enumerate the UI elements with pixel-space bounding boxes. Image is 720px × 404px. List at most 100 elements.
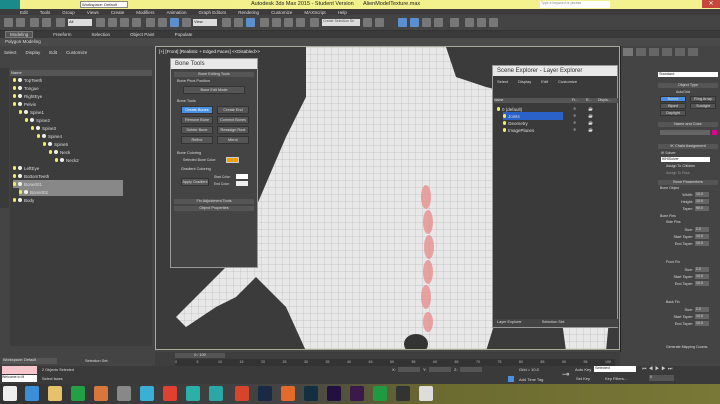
light-bulb-icon[interactable] [31,126,34,130]
tree-item[interactable]: Neck2 [55,156,79,164]
y-coord-field[interactable] [429,367,451,372]
bone-tool-button[interactable]: Reassign Root [217,126,249,134]
render-teapot-icon[interactable]: ☕ [588,106,593,111]
layer-selection-set[interactable]: Selection Set: [542,320,565,326]
animate-icon[interactable] [327,386,341,401]
render-teapot-icon[interactable]: ☕ [588,120,593,125]
freeze-icon[interactable]: ❄ [573,106,576,111]
light-bulb-icon[interactable] [19,190,22,194]
light-bulb-icon[interactable] [503,121,506,125]
render-setup-icon[interactable] [477,18,486,27]
bind-space-warp-icon[interactable] [56,18,65,27]
fin-checkbox[interactable]: Back Fin [666,300,680,304]
light-bulb-icon[interactable] [25,118,28,122]
freeze-icon[interactable]: ❄ [573,120,576,125]
fin-checkbox[interactable]: Side Fins [666,220,681,224]
scene-explorer-icon[interactable] [398,18,407,27]
layer-menu-select[interactable]: Select [497,79,508,84]
bone-tool-button[interactable]: Create End [217,106,249,114]
tree-item[interactable]: Spine5 [43,140,68,148]
mirror-icon[interactable] [363,18,372,27]
pivot-center-icon[interactable] [222,18,231,27]
start-button-icon[interactable] [3,386,17,401]
current-frame-field[interactable]: 0 [649,375,674,381]
fin-adjustment-rollout[interactable]: Fin Adjustment Tools [174,199,254,204]
tab-populate[interactable]: Populate [175,32,193,37]
workspace-selector[interactable]: Workspace: Default [2,358,57,364]
light-bulb-icon[interactable] [13,198,16,202]
maya-icon[interactable] [186,386,200,401]
selected-bone-color-swatch[interactable] [226,157,239,163]
photoshop-icon[interactable] [304,386,318,401]
assign-root-checkbox[interactable]: Assign To Root [666,171,689,175]
width-spinner[interactable]: 10.0 [695,192,709,197]
ring-array-button[interactable]: Ring Array [690,96,716,102]
col-render[interactable]: R... [586,98,598,103]
time-slider[interactable]: 0 / 100 0 5 10 15 20 25 30 35 40 45 50 55 60 65 70 75 80… [155,352,620,366]
scale-icon[interactable] [170,18,179,27]
workspace-dropdown[interactable]: Workspace: Default [80,1,128,8]
mudbox-icon[interactable] [209,386,223,401]
placement-icon[interactable] [182,18,191,27]
menu-maxscript[interactable]: MAXScript [304,10,325,15]
menu-create[interactable]: Create [111,10,125,15]
explorer-menu-customize[interactable]: Customize [66,50,87,55]
taper-spinner[interactable]: 90.0 [695,206,709,211]
explorer-menu-display[interactable]: Display [26,50,41,55]
steam-icon[interactable] [258,386,272,401]
bone-tool-button[interactable]: Mirror [217,136,249,144]
autogrid-checkbox[interactable]: AutoGrid [676,90,690,94]
tree-item[interactable]: Spine3 [31,124,56,132]
x-coord-field[interactable] [398,367,420,372]
menu-help[interactable]: Help [338,10,347,15]
redo-icon[interactable] [16,18,25,27]
start-color-swatch[interactable] [236,174,248,179]
maxscript-listener[interactable] [2,366,37,374]
store-icon[interactable] [71,386,85,401]
render-teapot-icon[interactable]: ☕ [588,127,593,132]
set-key-icon[interactable]: ⊸ [562,369,570,380]
chrome-icon[interactable] [163,386,177,401]
layer-explorer-icon[interactable] [410,18,419,27]
graphite-toggle-icon[interactable] [422,18,431,27]
start-taper-spinner[interactable]: 10.0 [695,274,709,279]
bone-parameters-rollout[interactable]: Bone Parameters [658,180,718,185]
angle-snap-icon[interactable] [272,18,281,27]
selection-filter-dropdown[interactable]: All [68,19,92,26]
search-input[interactable]: Type a keyword or phrase [540,1,610,8]
tree-item[interactable]: Tongue [13,84,39,92]
menu-customize[interactable]: Customize [271,10,292,15]
tab-selection[interactable]: Selection [92,32,111,37]
internet-explorer-icon[interactable] [25,386,39,401]
capture-icon[interactable] [419,386,433,401]
rotate-icon[interactable] [158,18,167,27]
material-editor-icon[interactable] [465,18,474,27]
light-bulb-icon[interactable] [497,107,500,111]
align-icon[interactable] [375,18,384,27]
bones-button[interactable]: Bones [660,96,686,102]
explorer-menu-edit[interactable]: Edit [49,50,57,55]
track-bar[interactable]: 0 5 10 15 20 25 30 35 40 45 50 55 60 65 70 75 80 85 90 95 10… [175,359,615,366]
menu-animation[interactable]: Animation [167,10,187,15]
office-icon[interactable] [117,386,131,401]
biped-button[interactable]: Biped [660,103,686,109]
menu-group[interactable]: Group [62,10,75,15]
rect-selection-icon[interactable] [120,18,129,27]
after-effects-icon[interactable] [350,386,364,401]
schematic-view-icon[interactable] [450,18,459,27]
bone-tool-button[interactable]: Remove Bone [181,116,213,124]
recorder-icon[interactable] [396,386,410,401]
bone-tool-button[interactable]: Refine [181,136,213,144]
name-color-rollout[interactable]: Name and Color [658,122,718,127]
category-dropdown[interactable]: Standard [658,72,718,77]
menu-views[interactable]: Views [87,10,99,15]
tree-item[interactable]: BottomTeeth [13,172,49,180]
layer-menu-display[interactable]: Display [518,79,531,84]
tree-item[interactable]: Spine1 [19,108,44,116]
spinner-snap-icon[interactable] [296,18,305,27]
render-teapot-icon[interactable]: ☕ [588,113,593,118]
fin-size-spinner[interactable]: 2.0 [695,227,709,232]
set-key-button[interactable]: Set Key [576,376,590,381]
tree-item[interactable]: Body [13,196,34,204]
menu-rendering[interactable]: Rendering [238,10,259,15]
